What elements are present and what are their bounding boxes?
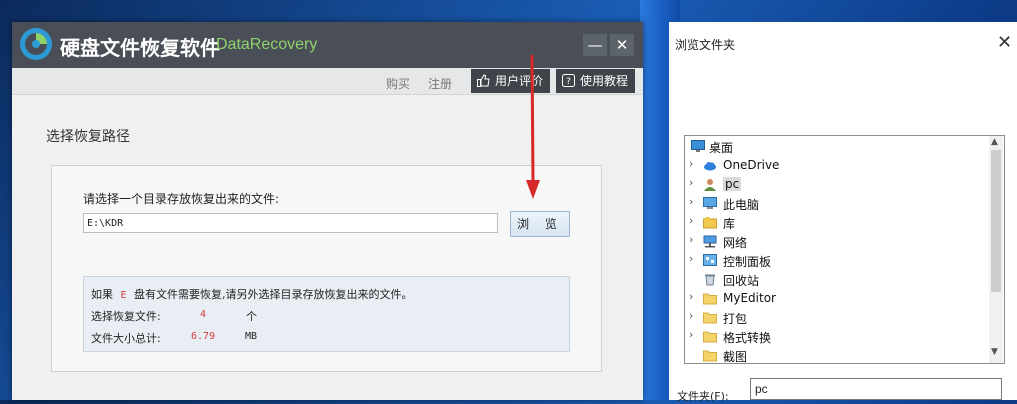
tree-label: 截图 [723,350,748,364]
tree-label: 打包 [723,312,748,326]
computer-icon [703,197,717,209]
tree-item-pack[interactable]: › 打包 [689,309,979,328]
tree-item-library[interactable]: › 库 [689,214,979,233]
tree-label: 此电脑 [723,198,760,212]
tree-label: 桌面 [709,141,734,155]
files-count-row: 选择恢复文件: [91,308,161,324]
tree-label: 库 [723,217,736,231]
chevron-right-icon[interactable]: › [689,328,699,341]
app-window: 硬盘文件恢复软件 DataRecovery — ✕ 购买 注册 用户评价 ? 使… [12,22,643,400]
tree-label: MyEditor [723,291,776,305]
recycle-bin-icon [705,274,715,286]
warning-suffix: 盘有文件需要恢复,请另外选择目录存放恢复出来的文件。 [134,288,413,301]
tree-label: pc [723,177,742,191]
folder-tree[interactable]: 桌面 › OneDrive › pc › 此电脑 › 库 › 网络 › 控制面板… [684,135,1005,364]
browse-folder-dialog: 浏览文件夹 ✕ 桌面 › OneDrive › pc › 此电脑 › 库 › 网… [669,22,1017,403]
close-button[interactable]: ✕ [610,34,634,56]
total-size-unit: MB [245,331,258,342]
warning-prefix: 如果 [91,288,113,301]
scroll-down-icon[interactable]: ▼ [991,347,998,357]
drive-letter: E [120,290,127,301]
tree-item-myeditor[interactable]: › MyEditor [689,290,979,309]
network-icon [703,235,717,248]
path-prompt: 请选择一个目录存放恢复出来的文件: [83,192,280,206]
user-icon [704,179,716,191]
tree-label: 网络 [723,236,748,250]
tree-scrollbar[interactable]: ▲ ▼ [989,136,1003,363]
tree-label: 回收站 [723,274,760,288]
folder-icon [703,293,717,305]
folder-icon [703,312,717,324]
dialog-title: 浏览文件夹 [675,38,736,52]
browse-button[interactable]: 浏 览 [510,211,570,237]
svg-text:?: ? [566,77,571,87]
section-title: 选择恢复路径 [46,129,130,145]
cloud-icon [704,162,716,171]
app-logo-icon [20,28,52,60]
app-title: 硬盘文件恢复软件 [60,36,220,60]
recovery-path-panel: 请选择一个目录存放恢复出来的文件: 浏 览 如果 E 盘有文件需要恢复,请另外选… [51,165,602,372]
thumbs-up-icon [477,74,490,87]
files-count-value: 4 [200,309,207,320]
tree-item-this-pc[interactable]: › 此电脑 [689,195,979,214]
tree-label: OneDrive [723,158,780,172]
folder-name-input[interactable] [750,378,1002,400]
tree-item-format-convert[interactable]: › 格式转换 [689,328,979,347]
folder-icon [703,350,717,362]
chevron-right-icon[interactable]: › [689,309,699,322]
recovery-path-input[interactable] [83,213,498,233]
desktop-icon [691,140,705,152]
chevron-right-icon[interactable]: › [689,252,699,265]
minimize-button[interactable]: — [583,34,607,56]
control-panel-icon [703,254,717,266]
tree-label: 控制面板 [723,255,772,269]
info-box: 如果 E 盘有文件需要恢复,请另外选择目录存放恢复出来的文件。 选择恢复文件: … [83,276,570,352]
app-subtitle: DataRecovery [216,36,318,53]
folder-icon [703,331,717,343]
tree-item-recycle-bin[interactable]: 回收站 [689,271,979,290]
files-count-unit: 个 [246,310,257,323]
toolbar: 购买 注册 用户评价 ? 使用教程 [12,68,643,95]
total-size-row: 文件大小总计: [91,330,161,346]
tree-item-screenshots[interactable]: 截图 [689,347,979,364]
chevron-right-icon[interactable]: › [689,157,699,170]
title-bar: 硬盘文件恢复软件 DataRecovery — ✕ [12,22,643,68]
tree-item-pc[interactable]: › pc [689,176,979,195]
tree-item-onedrive[interactable]: › OneDrive [689,157,979,176]
chevron-right-icon[interactable]: › [689,195,699,208]
buy-link[interactable]: 购买 [386,75,410,92]
scroll-thumb[interactable] [991,150,1001,292]
register-link[interactable]: 注册 [428,75,452,92]
tutorial-label: 使用教程 [580,74,629,88]
dialog-close-button[interactable]: ✕ [997,32,1012,53]
chevron-right-icon[interactable]: › [689,214,699,227]
tutorial-button[interactable]: ? 使用教程 [556,69,635,93]
tree-item-control-panel[interactable]: › 控制面板 [689,252,979,271]
folder-field-label: 文件夹(F): [677,390,729,403]
warning-line: 如果 E 盘有文件需要恢复,请另外选择目录存放恢复出来的文件。 [91,286,413,302]
help-icon: ? [562,74,575,87]
total-size-label: 文件大小总计: [91,332,161,345]
user-review-button[interactable]: 用户评价 [471,69,550,93]
files-count-label: 选择恢复文件: [91,310,161,323]
tree-label: 格式转换 [723,331,772,345]
chevron-right-icon[interactable]: › [689,290,699,303]
scroll-up-icon[interactable]: ▲ [991,137,998,147]
total-size-value: 6.79 [191,331,216,342]
chevron-right-icon[interactable]: › [689,233,699,246]
tree-item-network[interactable]: › 网络 [689,233,979,252]
tree-item-desktop[interactable]: 桌面 [689,138,979,157]
library-icon [703,217,717,229]
chevron-right-icon[interactable]: › [689,176,699,189]
user-review-label: 用户评价 [495,74,544,88]
